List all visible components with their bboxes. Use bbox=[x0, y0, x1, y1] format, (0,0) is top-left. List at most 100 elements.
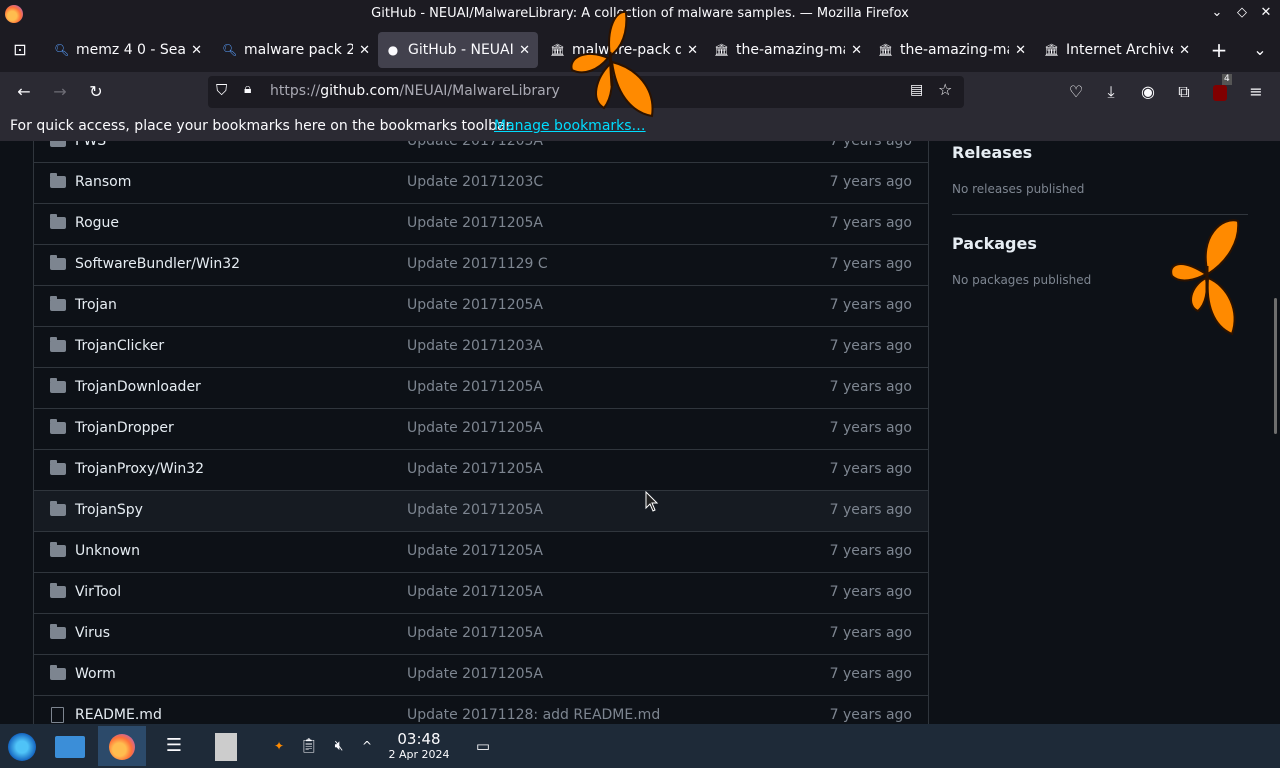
commit-message-link[interactable]: Update 20171205A bbox=[407, 379, 543, 395]
file-name-link[interactable]: TrojanDownloader bbox=[75, 379, 201, 395]
file-row[interactable]: Virus Update 20171205A 7 years ago bbox=[34, 613, 928, 654]
url-text[interactable]: https://github.com/NEUAI/MalwareLibrary bbox=[270, 83, 560, 99]
url-prefix: https:// bbox=[270, 83, 321, 99]
bookmark-star-icon[interactable]: ☆ bbox=[938, 80, 952, 99]
tab-3[interactable]: ● GitHub - NEUAI/ ✕ bbox=[378, 32, 538, 68]
file-row[interactable]: Worm Update 20171205A 7 years ago bbox=[34, 654, 928, 695]
tracking-protection-shield-icon[interactable]: ⛉ bbox=[216, 81, 227, 99]
file-name-link[interactable]: VirTool bbox=[75, 584, 121, 600]
file-name-link[interactable]: PWS bbox=[75, 141, 106, 149]
file-row[interactable]: TrojanDownloader Update 20171205A 7 years … bbox=[34, 367, 928, 408]
file-name-link[interactable]: Unknown bbox=[75, 543, 140, 559]
file-name-link[interactable]: TrojanProxy/Win32 bbox=[75, 461, 204, 477]
file-row[interactable]: VirTool Update 20171205A 7 years ago bbox=[34, 572, 928, 613]
ublock-origin-icon[interactable]: 4 bbox=[1208, 74, 1232, 104]
commit-message-link[interactable]: Update 20171205A bbox=[407, 420, 543, 436]
clock[interactable]: 03:48 2 Apr 2024 bbox=[386, 730, 452, 761]
search-icon: 🔍︎ bbox=[54, 43, 70, 57]
commit-message-link[interactable]: Update 20171129 C bbox=[407, 256, 548, 272]
firefox-taskbar-icon[interactable] bbox=[98, 726, 146, 766]
reader-view-icon[interactable]: ▤ bbox=[910, 82, 923, 98]
releases-heading[interactable]: Releases bbox=[952, 143, 1032, 162]
file-name-link[interactable]: Ransom bbox=[75, 174, 131, 190]
file-row[interactable]: TrojanDropper Update 20171205A 7 years ago bbox=[34, 408, 928, 449]
tab-close-icon[interactable]: ✕ bbox=[359, 43, 370, 58]
file-row[interactable]: Trojan Update 20171205A 7 years ago bbox=[34, 285, 928, 326]
tab-close-icon[interactable]: ✕ bbox=[519, 43, 530, 58]
tab-close-icon[interactable]: ✕ bbox=[1015, 43, 1026, 58]
manage-bookmarks-link[interactable]: Manage bookmarks… bbox=[494, 118, 646, 134]
butterfly-tray-icon[interactable]: ✦ bbox=[270, 726, 288, 766]
commit-message-link[interactable]: Update 20171205A bbox=[407, 584, 543, 600]
commit-message-link[interactable]: Update 20171203C bbox=[407, 174, 543, 190]
file-name-link[interactable]: Rogue bbox=[75, 215, 119, 231]
folder-icon bbox=[50, 419, 66, 434]
tab-1[interactable]: 🔍︎ memz 4 0 - Sea ✕ bbox=[46, 32, 210, 68]
list-tabs-icon[interactable]: ⌄ bbox=[1248, 38, 1272, 62]
page-scrollbar[interactable] bbox=[1274, 298, 1277, 434]
settings-taskbar-icon[interactable]: ☰ bbox=[158, 726, 190, 766]
file-name-link[interactable]: SoftwareBundler/Win32 bbox=[75, 256, 240, 272]
packages-heading[interactable]: Packages bbox=[952, 234, 1037, 253]
file-manager-icon[interactable] bbox=[52, 726, 88, 766]
forward-button[interactable]: → bbox=[48, 80, 72, 104]
tab-6[interactable]: 🏛︎ the-amazing-ma ✕ bbox=[870, 32, 1034, 68]
downloads-icon[interactable]: ⤓ bbox=[1099, 80, 1123, 104]
file-row[interactable]: TrojanClicker Update 20171203A 7 years ago bbox=[34, 326, 928, 367]
commit-message-link[interactable]: Update 20171128: add README.md bbox=[407, 707, 660, 723]
file-name-link[interactable]: TrojanSpy bbox=[75, 502, 143, 518]
commit-message-link[interactable]: Update 20171205A bbox=[407, 297, 543, 313]
commit-message-link[interactable]: Update 20171205A bbox=[407, 141, 543, 149]
commit-message-link[interactable]: Update 20171205A bbox=[407, 215, 543, 231]
commit-age: 7 years ago bbox=[829, 338, 912, 354]
maximize-icon[interactable]: ◇ bbox=[1232, 5, 1252, 23]
file-row[interactable]: SoftwareBundler/Win32 Update 20171129 C 7 … bbox=[34, 244, 928, 285]
pocket-icon[interactable]: ♡ bbox=[1064, 80, 1088, 104]
lock-icon[interactable]: 🔒︎ bbox=[244, 81, 251, 97]
start-menu-button[interactable] bbox=[4, 726, 40, 766]
file-row[interactable]: TrojanSpy Update 20171205A 7 years ago bbox=[34, 490, 928, 531]
file-name-link[interactable]: TrojanDropper bbox=[75, 420, 174, 436]
commit-message-link[interactable]: Update 20171205A bbox=[407, 461, 543, 477]
close-icon[interactable]: ✕ bbox=[1256, 5, 1276, 23]
commit-message-link[interactable]: Update 20171203A bbox=[407, 338, 543, 354]
tab-close-icon[interactable]: ✕ bbox=[851, 43, 862, 58]
show-desktop-icon[interactable]: ▭ bbox=[472, 726, 494, 766]
file-name-link[interactable]: Virus bbox=[75, 625, 110, 641]
file-name-link[interactable]: Trojan bbox=[75, 297, 117, 313]
tab-close-icon[interactable]: ✕ bbox=[191, 43, 202, 58]
file-row[interactable]: Unknown Update 20171205A 7 years ago bbox=[34, 531, 928, 572]
bookmarks-hint-text: For quick access, place your bookmarks h… bbox=[10, 118, 515, 134]
clipboard-icon[interactable]: 📋︎ bbox=[300, 726, 318, 766]
file-row[interactable]: TrojanProxy/Win32 Update 20171205A 7 years… bbox=[34, 449, 928, 490]
file-row[interactable]: PWS Update 20171205A 7 years ago bbox=[34, 141, 928, 162]
tab-2[interactable]: 🔍︎ malware pack 2 ✕ bbox=[214, 32, 378, 68]
tray-expand-icon[interactable]: ^ bbox=[358, 726, 376, 766]
folder-icon bbox=[50, 141, 66, 147]
file-row[interactable]: Ransom Update 20171203C 7 years ago bbox=[34, 162, 928, 203]
tab-close-icon[interactable]: ✕ bbox=[1179, 43, 1190, 58]
extensions-icon[interactable]: ⧉ bbox=[1172, 80, 1196, 104]
sidebar-divider bbox=[952, 214, 1248, 215]
tab-5[interactable]: 🏛︎ the-amazing-ma ✕ bbox=[706, 32, 870, 68]
tab-7[interactable]: 🏛︎ Internet Archive ✕ bbox=[1036, 32, 1198, 68]
reload-button[interactable]: ↻ bbox=[84, 80, 108, 104]
commit-message-link[interactable]: Update 20171205A bbox=[407, 543, 543, 559]
archive-manager-icon[interactable] bbox=[210, 726, 242, 766]
account-icon[interactable]: ◉ bbox=[1136, 80, 1160, 104]
menu-icon[interactable]: ≡ bbox=[1244, 80, 1268, 104]
file-name-link[interactable]: Worm bbox=[75, 666, 116, 682]
firefox-view-icon[interactable]: ⊡ bbox=[8, 38, 32, 62]
commit-message-link[interactable]: Update 20171205A bbox=[407, 625, 543, 641]
minimize-icon[interactable]: ⌄ bbox=[1207, 5, 1227, 23]
back-button[interactable]: ← bbox=[12, 80, 36, 104]
tab-close-icon[interactable]: ✕ bbox=[687, 43, 698, 58]
file-name-link[interactable]: README.md bbox=[75, 707, 162, 723]
commit-message-link[interactable]: Update 20171205A bbox=[407, 502, 543, 518]
commit-message-link[interactable]: Update 20171205A bbox=[407, 666, 543, 682]
volume-muted-icon[interactable]: 🔇︎ bbox=[330, 726, 348, 766]
file-name-link[interactable]: TrojanClicker bbox=[75, 338, 164, 354]
new-tab-button[interactable]: + bbox=[1207, 38, 1231, 62]
file-row[interactable]: README.md Update 20171128: add README.md 7… bbox=[34, 695, 928, 724]
file-row[interactable]: Rogue Update 20171205A 7 years ago bbox=[34, 203, 928, 244]
